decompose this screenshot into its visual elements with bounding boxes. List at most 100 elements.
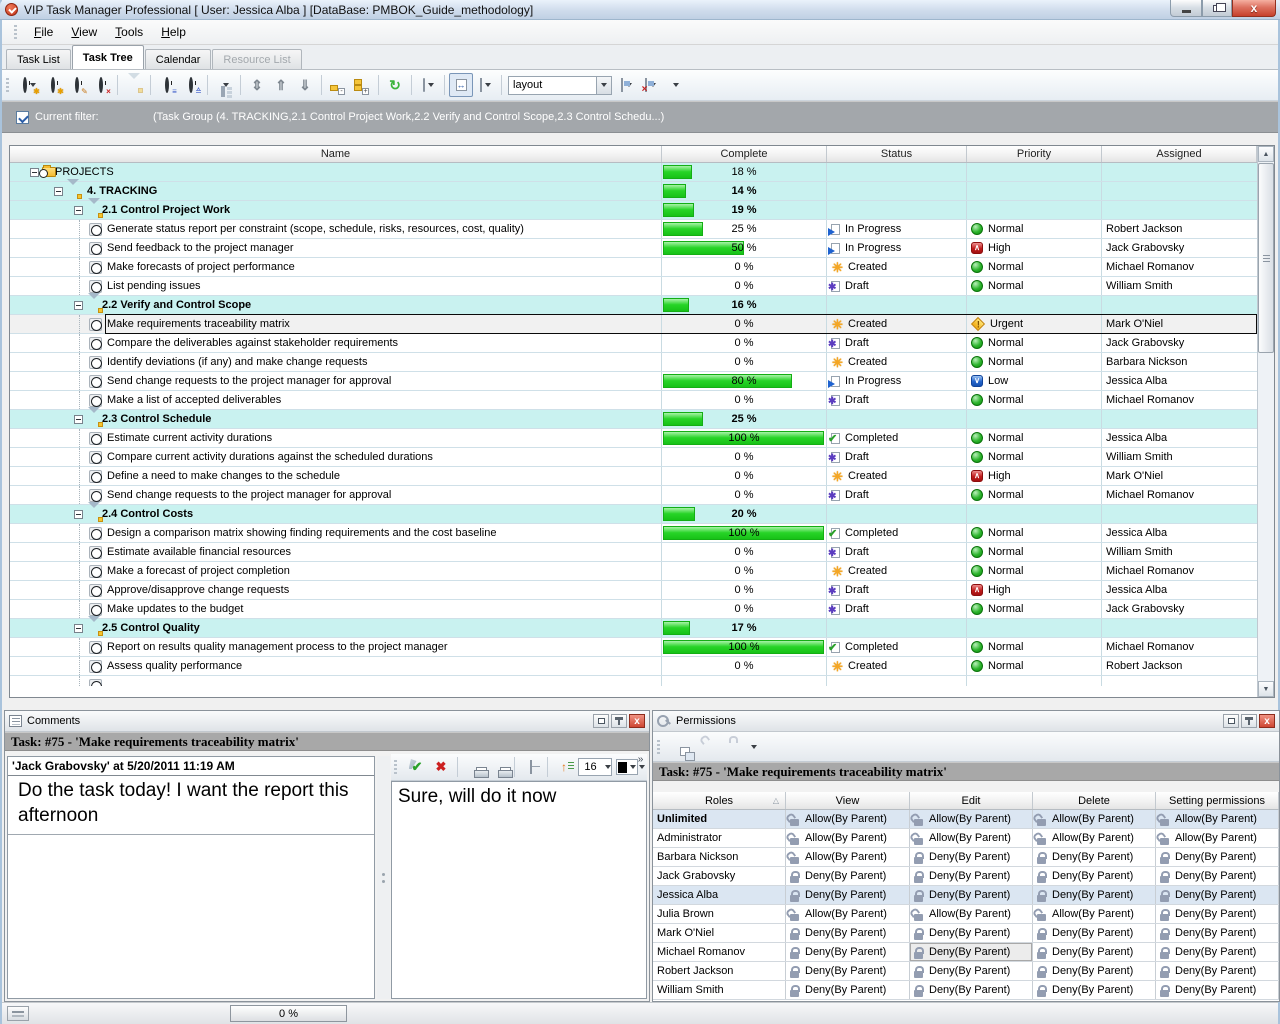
permission-cell[interactable]: Deny(By Parent) [1156,867,1279,885]
comments-close-button[interactable]: x [629,714,645,728]
permission-cell[interactable]: Deny(By Parent) [1156,905,1279,923]
print-button[interactable] [462,755,486,779]
permission-cell[interactable]: Deny(By Parent) [786,867,910,885]
expand-all-button[interactable]: + [350,73,374,97]
collapse-expander-icon[interactable] [74,206,83,215]
permission-row[interactable]: Barbara NicksonAllow(By Parent)Deny(By P… [653,848,1279,867]
permission-row[interactable]: Robert JacksonDeny(By Parent)Deny(By Par… [653,962,1279,981]
permission-cell[interactable]: Deny(By Parent) [1033,943,1156,961]
scroll-down-button[interactable]: ▼ [1258,681,1274,697]
save-layout-button[interactable] [614,73,638,97]
apply-comment-button[interactable]: ✔ [405,755,429,779]
task-group-row[interactable]: 2.4 Control Costs20 % [10,505,1257,524]
task-row[interactable]: Make requirements traceability matrix0 %… [10,315,1257,334]
task-row[interactable]: Make a list of accepted deliverables0 %✱… [10,391,1257,410]
permission-cell[interactable]: Allow(By Parent) [786,810,910,828]
permission-cell[interactable]: Deny(By Parent) [786,943,910,961]
tab-calendar[interactable]: Calendar [145,49,212,69]
permission-cell[interactable]: Deny(By Parent) [910,981,1033,999]
toolbar-overflow-button[interactable] [662,73,686,97]
task-group-row[interactable]: PROJECTS18 % [10,163,1257,182]
task-row[interactable] [10,676,1257,686]
permission-cell[interactable]: Deny(By Parent) [910,943,1033,961]
collapse-expander-icon[interactable] [54,187,63,196]
permission-row[interactable]: William SmithDeny(By Parent)Deny(By Pare… [653,981,1279,1000]
permission-cell[interactable]: Deny(By Parent) [786,924,910,942]
tab-task-tree[interactable]: Task Tree [72,45,144,69]
task-row[interactable]: Approve/disapprove change requests0 %✱Dr… [10,581,1257,600]
task-row[interactable]: Send feedback to the project manager50 %… [10,239,1257,258]
permission-cell[interactable]: Allow(By Parent) [910,905,1033,923]
task-group-row[interactable]: 2.5 Control Quality17 % [10,619,1257,638]
comments-restore-button[interactable] [593,714,609,728]
permissions-column-header-roles[interactable]: Roles△ [653,792,786,809]
permission-cell[interactable]: Deny(By Parent) [1033,848,1156,866]
collapse-all-button[interactable]: - [326,73,350,97]
permission-cell[interactable]: Deny(By Parent) [1156,943,1279,961]
task-row[interactable]: Design a comparison matrix showing findi… [10,524,1257,543]
task-row[interactable]: Assess quality performance0 %✳CreatedNor… [10,657,1257,676]
collapse-expander-icon[interactable] [74,624,83,633]
task-row[interactable]: Compare current activity durations again… [10,448,1257,467]
permission-cell[interactable]: Deny(By Parent) [910,867,1033,885]
new-task-button[interactable]: ✱ [17,73,41,97]
comments-splitter[interactable] [377,756,390,999]
layout-combobox[interactable]: layout [508,76,612,95]
permission-cell[interactable]: Deny(By Parent) [910,886,1033,904]
permission-cell[interactable]: Deny(By Parent) [1033,962,1156,980]
permission-cell[interactable]: Deny(By Parent) [786,962,910,980]
permissions-more-button[interactable] [740,735,764,759]
delete-layout-button[interactable] [638,73,662,97]
collapse-expander-icon[interactable] [74,510,83,519]
deny-permission-button[interactable] [716,735,740,759]
task-row[interactable]: Identify deviations (if any) and make ch… [10,353,1257,372]
permission-cell[interactable]: Deny(By Parent) [910,924,1033,942]
columns-button[interactable] [473,73,497,97]
task-row[interactable]: Make updates to the budget0 %✱DraftNorma… [10,600,1257,619]
permissions-pin-button[interactable] [1241,714,1257,728]
minimize-button[interactable] [1170,0,1202,17]
tab-task-list[interactable]: Task List [6,49,71,69]
column-header-priority[interactable]: Priority [967,146,1102,162]
task-row[interactable]: Report on results quality management pro… [10,638,1257,657]
permission-cell[interactable]: Deny(By Parent) [786,981,910,999]
restore-button[interactable] [1202,0,1232,17]
permission-cell[interactable]: Allow(By Parent) [1156,829,1279,847]
permission-cell[interactable]: Deny(By Parent) [1156,924,1279,942]
task-row[interactable]: Make a forecast of project completion0 %… [10,562,1257,581]
new-subtask-button[interactable]: ✱ [41,73,65,97]
permission-cell[interactable]: Deny(By Parent) [1156,848,1279,866]
view-mode-button[interactable] [416,73,440,97]
menu-item-file[interactable]: File [25,22,62,42]
permission-cell[interactable]: Allow(By Parent) [910,829,1033,847]
column-header-name[interactable]: Name [10,146,662,162]
permission-cell[interactable]: Deny(By Parent) [1156,962,1279,980]
permissions-column-header-view[interactable]: View [786,792,910,809]
permission-cell[interactable]: Deny(By Parent) [1033,867,1156,885]
permission-cell[interactable]: Deny(By Parent) [1033,981,1156,999]
permission-cell[interactable]: Deny(By Parent) [1033,886,1156,904]
fit-columns-button[interactable]: ↔ [449,73,473,97]
task-row[interactable]: Make forecasts of project performance0 %… [10,258,1257,277]
permission-row[interactable]: Michael RomanovDeny(By Parent)Deny(By Pa… [653,943,1279,962]
tab-resource-list[interactable]: Resource List [212,49,301,69]
permission-row[interactable]: Julia BrownAllow(By Parent)Allow(By Pare… [653,905,1279,924]
permission-cell[interactable]: Deny(By Parent) [1156,981,1279,999]
task-group-row[interactable]: 4. TRACKING14 % [10,182,1257,201]
text-size-button[interactable]: ↑ [552,755,576,779]
permissions-close-button[interactable]: x [1259,714,1275,728]
menu-item-help[interactable]: Help [152,22,195,42]
permission-cell[interactable]: Allow(By Parent) [786,829,910,847]
task-group-row[interactable]: 2.3 Control Schedule25 % [10,410,1257,429]
permission-cell[interactable]: Deny(By Parent) [910,848,1033,866]
task-row[interactable]: List pending issues0 %✱DraftNormalWillia… [10,277,1257,296]
scroll-up-button[interactable]: ▲ [1258,146,1274,162]
permission-cell[interactable]: Deny(By Parent) [910,962,1033,980]
permission-cell[interactable]: Allow(By Parent) [1156,810,1279,828]
collapse-expander-icon[interactable] [74,301,83,310]
permissions-column-header-edit[interactable]: Edit [910,792,1033,809]
task-group-row[interactable]: 2.2 Verify and Control Scope16 % [10,296,1257,315]
permissions-restore-button[interactable] [1223,714,1239,728]
move-up-down-button[interactable]: ⇕ [245,73,269,97]
close-button[interactable]: x [1232,0,1276,17]
